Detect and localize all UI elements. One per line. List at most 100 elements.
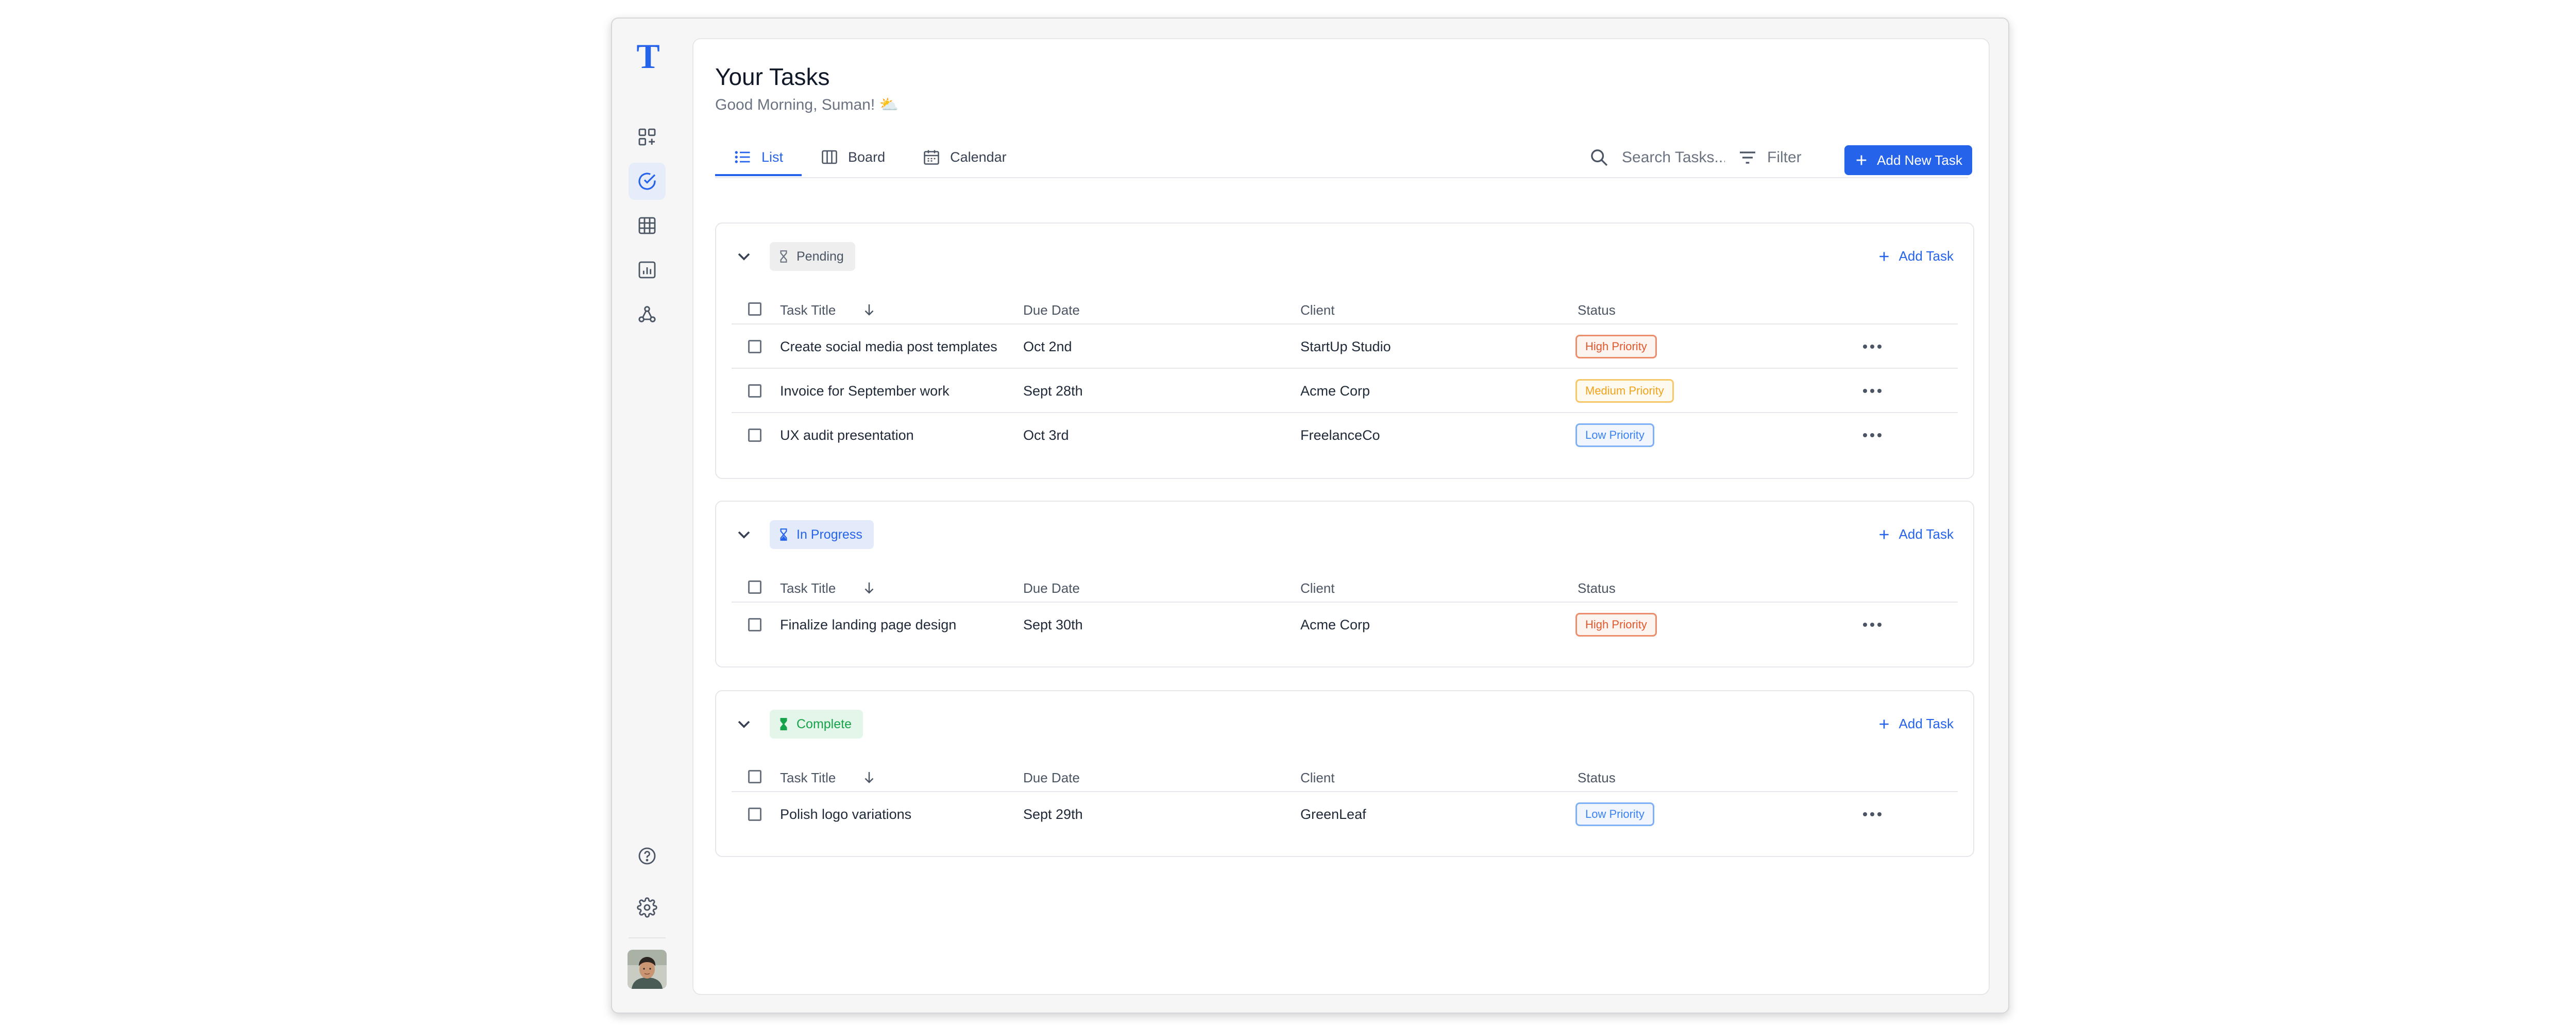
chevron-down-icon[interactable] [734, 524, 754, 545]
tab-calendar-label: Calendar [950, 149, 1007, 165]
more-options-icon[interactable] [1861, 620, 1884, 630]
column-client: Client [1300, 770, 1335, 785]
list-icon [735, 151, 750, 163]
priority-badge: Low Priority [1575, 802, 1654, 826]
arrow-down-icon[interactable] [861, 302, 877, 317]
row-checkbox[interactable] [748, 429, 761, 442]
status-badge-complete: Complete [770, 710, 863, 739]
table-row[interactable]: Polish logo variations Sept 29th GreenLe… [732, 792, 1958, 836]
arrow-down-icon[interactable] [861, 769, 877, 785]
tasks-check-icon[interactable] [629, 163, 666, 200]
row-checkbox[interactable] [748, 384, 761, 398]
app-logo[interactable]: T [633, 38, 664, 74]
task-due-date: Sept 28th [1023, 383, 1083, 399]
status-badge-label: Pending [796, 249, 844, 264]
task-due-date: Sept 30th [1023, 617, 1083, 632]
page-title: Your Tasks [715, 63, 830, 90]
task-due-date: Sept 29th [1023, 807, 1083, 822]
network-icon[interactable] [629, 296, 666, 333]
greeting-text: Good Morning, Suman! ⛅ [715, 96, 899, 113]
board-columns-icon [822, 150, 837, 164]
task-due-date: Oct 2nd [1023, 339, 1072, 354]
task-client: GreenLeaf [1300, 807, 1366, 822]
task-title: UX audit presentation [780, 427, 914, 443]
more-options-icon[interactable] [1861, 809, 1884, 819]
tab-board[interactable]: Board [802, 140, 904, 176]
select-all-checkbox[interactable] [748, 302, 761, 316]
hourglass-half-icon [780, 528, 787, 541]
add-task-label: Add Task [1899, 526, 1954, 542]
row-checkbox[interactable] [748, 618, 761, 631]
more-options-icon[interactable] [1861, 341, 1884, 352]
task-group-in-progress: In Progress Add Task Task Title Due Date… [715, 501, 1974, 667]
sidebar-divider [629, 937, 666, 938]
tab-calendar[interactable]: Calendar [904, 140, 1025, 176]
help-icon[interactable] [629, 837, 666, 875]
column-task-title[interactable]: Task Title [780, 580, 836, 596]
table-row[interactable]: Invoice for September work Sept 28th Acm… [732, 369, 1958, 413]
add-task-button[interactable]: Add Task [1877, 526, 1954, 542]
avatar[interactable] [628, 950, 667, 989]
status-badge-label: Complete [796, 716, 852, 731]
task-client: StartUp Studio [1300, 339, 1391, 354]
chevron-down-icon[interactable] [734, 714, 754, 734]
add-new-task-button[interactable]: Add New Task [1844, 145, 1972, 175]
table-row[interactable]: UX audit presentation Oct 3rd FreelanceC… [732, 413, 1958, 457]
select-all-checkbox[interactable] [748, 580, 761, 594]
chevron-down-icon[interactable] [734, 246, 754, 267]
column-status: Status [1578, 580, 1616, 596]
search-box[interactable] [1589, 147, 1726, 168]
table-row[interactable]: Finalize landing page design Sept 30th A… [732, 603, 1958, 647]
view-tabs: List Board Calendar [715, 140, 1025, 176]
grid-icon[interactable] [629, 207, 666, 244]
row-checkbox[interactable] [748, 808, 761, 821]
priority-badge: Low Priority [1575, 423, 1654, 447]
filter-icon [1740, 151, 1755, 164]
task-title: Finalize landing page design [780, 617, 957, 632]
column-due-date: Due Date [1023, 302, 1080, 318]
priority-badge: High Priority [1575, 613, 1657, 637]
row-checkbox[interactable] [748, 340, 761, 353]
tab-board-label: Board [848, 149, 886, 165]
more-options-icon[interactable] [1861, 386, 1884, 396]
table-header: Task Title Due Date Client Status [732, 572, 1958, 603]
task-group-pending: Pending Add Task Task Title Due Date Cli… [715, 222, 1974, 479]
add-task-button[interactable]: Add Task [1877, 248, 1954, 264]
hourglass-icon [780, 250, 787, 263]
report-chart-icon[interactable] [629, 251, 666, 288]
sidebar: T [612, 19, 684, 1013]
filter-label: Filter [1767, 149, 1802, 166]
column-status: Status [1578, 770, 1616, 785]
hourglass-full-icon [780, 718, 787, 730]
task-group-complete: Complete Add Task Task Title Due Date Cl… [715, 690, 1974, 857]
column-due-date: Due Date [1023, 770, 1080, 785]
task-client: Acme Corp [1300, 383, 1370, 399]
status-badge-in-progress: In Progress [770, 520, 874, 549]
app-window: T Your Tasks Good Morning, Suman! ⛅ List… [611, 18, 2009, 1014]
tabs-underline [715, 177, 1968, 178]
add-task-button[interactable]: Add Task [1877, 716, 1954, 732]
priority-badge: High Priority [1575, 335, 1657, 358]
column-task-title[interactable]: Task Title [780, 302, 836, 318]
column-task-title[interactable]: Task Title [780, 770, 836, 786]
calendar-icon [924, 150, 939, 165]
settings-icon[interactable] [629, 889, 666, 926]
arrow-down-icon[interactable] [861, 580, 877, 595]
plus-icon [1879, 251, 1889, 261]
table-row[interactable]: Create social media post templates Oct 2… [732, 324, 1958, 369]
search-icon [1591, 149, 1608, 166]
plus-icon [1879, 529, 1889, 539]
task-title: Create social media post templates [780, 339, 997, 354]
select-all-checkbox[interactable] [748, 770, 761, 783]
more-options-icon[interactable] [1861, 430, 1884, 440]
column-status: Status [1578, 302, 1616, 318]
tab-list[interactable]: List [715, 140, 802, 176]
status-badge-pending: Pending [770, 242, 855, 271]
status-badge-label: In Progress [796, 527, 862, 542]
table-header: Task Title Due Date Client Status [732, 294, 1958, 324]
filter-button[interactable]: Filter [1737, 147, 1802, 168]
dashboard-add-icon[interactable] [629, 118, 666, 156]
task-title: Polish logo variations [780, 807, 912, 822]
search-input[interactable] [1621, 148, 1726, 167]
task-title: Invoice for September work [780, 383, 950, 399]
